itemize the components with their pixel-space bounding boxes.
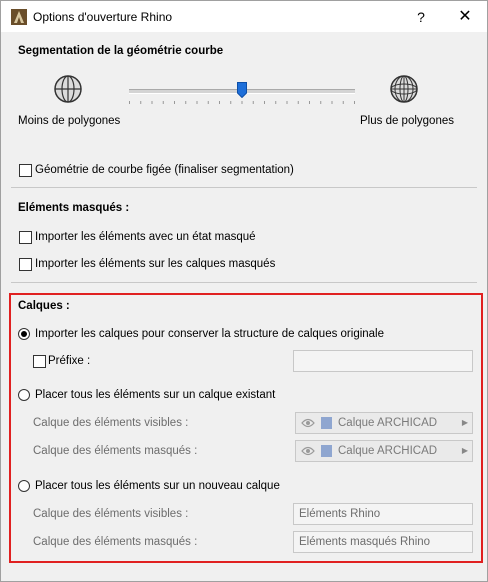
existing-visible-label: Calque des éléments visibles :	[33, 417, 189, 429]
new-hidden-label: Calque des éléments masqués :	[33, 536, 198, 548]
rhino-app-icon	[11, 9, 27, 25]
prefix-label: Préfixe :	[48, 355, 91, 367]
import-hidden-state-label: Importer les éléments avec un état masqu…	[35, 231, 256, 243]
title-bar: Options d'ouverture Rhino ? ✕	[1, 1, 487, 32]
layer-icon	[321, 445, 332, 457]
frozen-geometry-label: Géométrie de courbe figée (finaliser seg…	[35, 164, 294, 176]
prefix-checkbox[interactable]	[33, 355, 46, 368]
existing-layer-radio[interactable]	[18, 389, 30, 401]
import-layers-label: Importer les calques pour conserver la s…	[35, 328, 385, 340]
import-hidden-state-checkbox[interactable]	[19, 231, 32, 244]
existing-hidden-label: Calque des éléments masqués :	[33, 445, 198, 457]
hidden-elements-title: Eléments masqués :	[18, 202, 130, 214]
existing-visible-dropdown[interactable]: Calque ARCHICAD ▶	[295, 412, 473, 434]
new-layer-label: Placer tous les éléments sur un nouveau …	[35, 480, 280, 492]
window-title: Options d'ouverture Rhino	[33, 10, 173, 24]
segmentation-title: Segmentation de la géométrie courbe	[18, 45, 224, 57]
globe-low-icon	[54, 75, 82, 103]
min-polygons-label: Moins de polygones	[18, 115, 121, 127]
frozen-geometry-checkbox[interactable]	[19, 164, 32, 177]
import-layers-radio[interactable]	[18, 328, 30, 340]
import-hidden-layers-label: Importer les éléments sur les calques ma…	[35, 258, 276, 270]
layers-title: Calques :	[18, 300, 70, 312]
existing-hidden-dropdown[interactable]: Calque ARCHICAD ▶	[295, 440, 473, 462]
segmentation-slider-thumb[interactable]	[237, 82, 247, 98]
import-hidden-layers-checkbox[interactable]	[19, 258, 32, 271]
new-visible-label: Calque des éléments visibles :	[33, 508, 189, 520]
divider	[11, 187, 477, 188]
max-polygons-label: Plus de polygones	[360, 115, 454, 127]
divider	[11, 282, 477, 283]
existing-visible-value: Calque ARCHICAD	[338, 417, 438, 429]
globe-high-icon	[390, 75, 418, 103]
layer-icon	[321, 417, 332, 429]
eye-icon	[301, 446, 315, 456]
close-button[interactable]: ✕	[445, 3, 485, 31]
chevron-right-icon: ▶	[461, 446, 468, 455]
help-button[interactable]: ?	[401, 3, 441, 31]
new-visible-input[interactable]: Eléments Rhino	[293, 503, 473, 525]
rhino-options-dialog: Options d'ouverture Rhino ? ✕ Segmentati…	[0, 0, 488, 582]
existing-hidden-value: Calque ARCHICAD	[338, 445, 438, 457]
segmentation-slider-ticks	[129, 101, 355, 104]
new-layer-radio[interactable]	[18, 480, 30, 492]
eye-icon	[301, 418, 315, 428]
existing-layer-label: Placer tous les éléments sur un calque e…	[35, 389, 276, 401]
prefix-input[interactable]	[293, 350, 473, 372]
chevron-right-icon: ▶	[461, 418, 468, 427]
new-hidden-input[interactable]: Eléments masqués Rhino	[293, 531, 473, 553]
